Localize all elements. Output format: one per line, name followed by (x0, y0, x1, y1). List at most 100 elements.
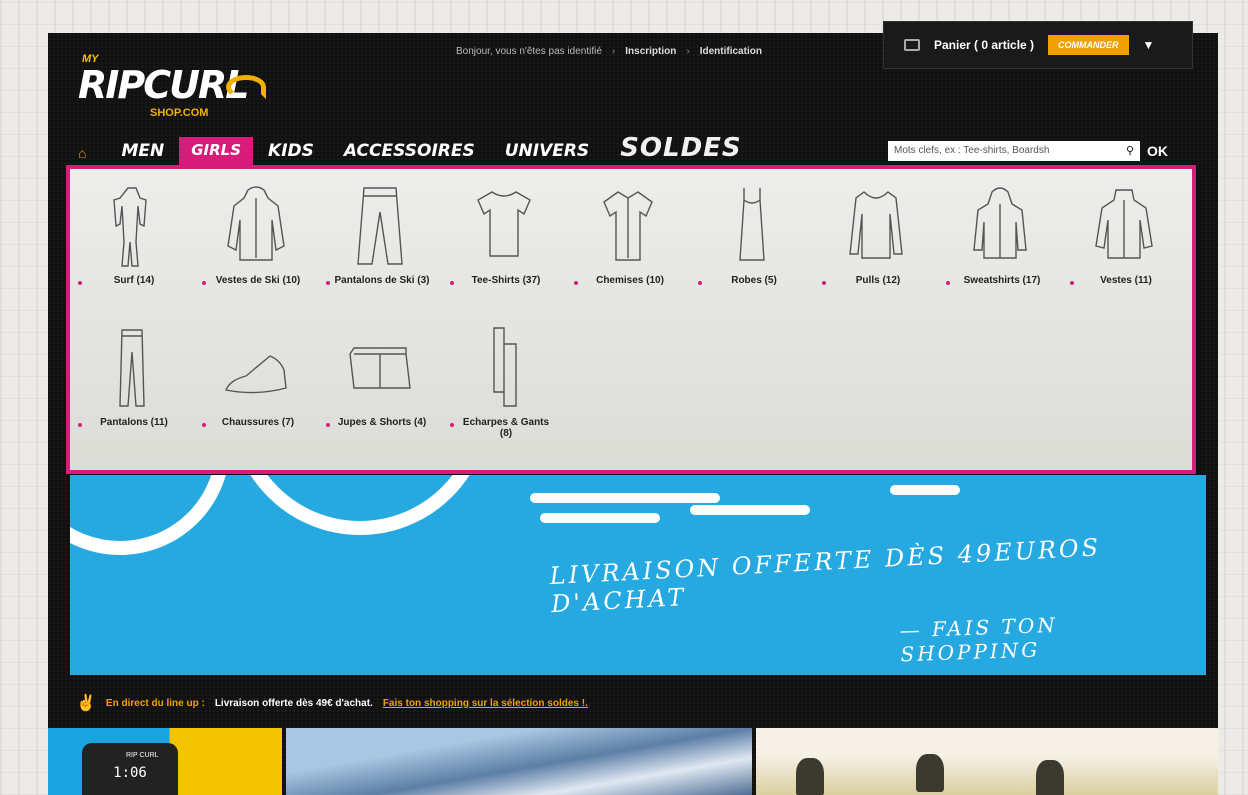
chevron-down-icon[interactable]: ▼ (1143, 38, 1155, 52)
nav-item-kids[interactable]: KIDS (253, 135, 329, 167)
banner-stripe (690, 505, 810, 515)
scarf-icon (493, 327, 517, 407)
logo-brand: RIPCURL (78, 63, 249, 107)
logo-shop: SHOP.COM (150, 107, 209, 119)
bullet-icon (78, 423, 82, 427)
bullet-icon (822, 281, 826, 285)
jacket-icon (1095, 189, 1153, 259)
promo-banner[interactable]: LIVRAISON OFFERTE DÈS 49EUROS D'ACHAT — … (70, 475, 1206, 675)
nav-item-soldes[interactable]: SOLDES (604, 131, 757, 167)
separator-icon: › (686, 46, 690, 57)
category-pantalons[interactable]: Pantalons (11) (70, 321, 194, 463)
bullet-icon (202, 423, 206, 427)
site-frame: MY RIPCURL SHOP.COM Bonjour, vous n'êtes… (48, 21, 1218, 795)
search-icon[interactable]: ⚲ (1126, 144, 1134, 157)
bullet-icon (202, 281, 206, 285)
cart-widget: Panier ( 0 article ) COMMANDER ▼ (883, 21, 1193, 69)
category-label: Tee-Shirts (37) (471, 275, 541, 286)
banner-stripe (890, 485, 960, 495)
hoodie-icon (973, 187, 1027, 259)
category-pantalons-de-ski[interactable]: Pantalons de Ski (3) (318, 179, 442, 321)
category-label: Pantalons (11) (100, 417, 168, 428)
register-link[interactable]: Inscription (625, 46, 676, 57)
banner-stripe (540, 513, 660, 523)
category-label: Robes (5) (731, 275, 777, 286)
bullet-icon (946, 281, 950, 285)
cart-label[interactable]: Panier ( 0 article ) (934, 38, 1034, 52)
category-label: Vestes (11) (1100, 275, 1152, 286)
mountain-tile[interactable] (286, 728, 752, 795)
ticker-link[interactable]: Fais ton shopping sur la sélection solde… (383, 698, 588, 709)
category-jupes-shorts[interactable]: Jupes & Shorts (4) (318, 321, 442, 463)
bullet-icon (450, 281, 454, 285)
category-vestes[interactable]: Vestes (11) (1062, 179, 1186, 321)
feature-tiles: 1:06 RIP CURL (48, 728, 1218, 795)
dropdown-row: Surf (14) Vestes de Ski (10) Pantalons d… (70, 179, 1190, 321)
promo-text: LIVRAISON OFFERTE DÈS 49EUROS D'ACHAT (548, 533, 1102, 619)
category-label: Chemises (10) (596, 275, 664, 286)
cart-icon (904, 39, 920, 51)
greeting-text: Bonjour, vous n'êtes pas identifié (456, 46, 602, 57)
ticker-prefix: En direct du line up : (105, 697, 205, 709)
nav-item-girls[interactable]: GIRLS (179, 137, 254, 167)
shirt-icon (603, 191, 653, 261)
tshirt-icon (477, 191, 531, 257)
category-vestes-de-ski[interactable]: Vestes de Ski (10) (194, 179, 318, 321)
ski-pants-icon (357, 187, 403, 265)
girls-dropdown-menu: Surf (14) Vestes de Ski (10) Pantalons d… (66, 165, 1196, 474)
category-label: Sweatshirts (17) (963, 275, 1041, 286)
logo-wave-icon (226, 75, 266, 99)
category-chaussures[interactable]: Chaussures (7) (194, 321, 318, 463)
category-label: Pulls (12) (855, 275, 901, 286)
category-label: Surf (14) (113, 275, 155, 286)
category-chemises[interactable]: Chemises (10) (566, 179, 690, 321)
banner-swirl-icon (70, 475, 230, 555)
bullet-icon (450, 423, 454, 427)
nav-item-men[interactable]: MEN (106, 135, 179, 167)
banner-stripe (530, 493, 720, 503)
dropdown-row: Pantalons (11) Chaussures (7) Jupes & Sh… (70, 321, 1190, 463)
bullet-icon (326, 281, 330, 285)
category-label: Vestes de Ski (10) (215, 275, 301, 286)
pants-icon (119, 329, 145, 407)
ripcurl-logo[interactable]: MY RIPCURL SHOP.COM (78, 51, 268, 119)
watch-tile[interactable]: 1:06 RIP CURL (48, 728, 282, 795)
rider-figure (916, 754, 944, 792)
wetsuit-icon (113, 187, 147, 267)
shorts-icon (349, 347, 411, 389)
search-ok-button[interactable]: OK (1147, 143, 1168, 159)
search-placeholder: Mots clefs, ex : Tee-shirts, Boardsh (894, 145, 1050, 156)
shoe-icon (225, 355, 287, 394)
nav-item-univers[interactable]: UNIVERS (490, 135, 604, 167)
search-input[interactable]: Mots clefs, ex : Tee-shirts, Boardsh ⚲ (888, 141, 1140, 161)
bullet-icon (326, 423, 330, 427)
login-link[interactable]: Identification (700, 46, 762, 57)
category-robes[interactable]: Robes (5) (690, 179, 814, 321)
dress-icon (739, 188, 765, 261)
watch-image: 1:06 (82, 743, 178, 795)
category-surf[interactable]: Surf (14) (70, 179, 194, 321)
nav-item-accessoires[interactable]: ACCESSOIRES (329, 135, 490, 167)
category-label: Echarpes & Gants (8) (462, 417, 550, 439)
category-pulls[interactable]: Pulls (12) (814, 179, 938, 321)
ski-jacket-icon (227, 186, 285, 261)
order-button[interactable]: COMMANDER (1048, 35, 1129, 55)
watch-brand: RIP CURL (126, 752, 159, 759)
shaka-hand-icon: ✌ (76, 695, 96, 712)
user-bar: Bonjour, vous n'êtes pas identifié › Ins… (456, 46, 762, 57)
category-echarpes-gants[interactable]: Echarpes & Gants (8) (442, 321, 566, 463)
main-nav: ⌂ MEN GIRLS KIDS ACCESSOIRES UNIVERS SOL… (78, 133, 758, 167)
category-label: Chaussures (7) (221, 417, 295, 428)
snowboard-tile[interactable] (756, 728, 1218, 795)
category-label: Jupes & Shorts (4) (337, 417, 427, 428)
live-ticker: ✌ En direct du line up : Livraison offer… (76, 693, 588, 713)
category-tee-shirts[interactable]: Tee-Shirts (37) (442, 179, 566, 321)
sweater-icon (849, 191, 903, 259)
rider-figure (1036, 760, 1064, 795)
category-sweatshirts[interactable]: Sweatshirts (17) (938, 179, 1062, 321)
home-icon[interactable]: ⌂ (78, 145, 86, 167)
category-label: Pantalons de Ski (3) (334, 275, 430, 286)
bullet-icon (698, 281, 702, 285)
bullet-icon (574, 281, 578, 285)
bullet-icon (1070, 281, 1074, 285)
